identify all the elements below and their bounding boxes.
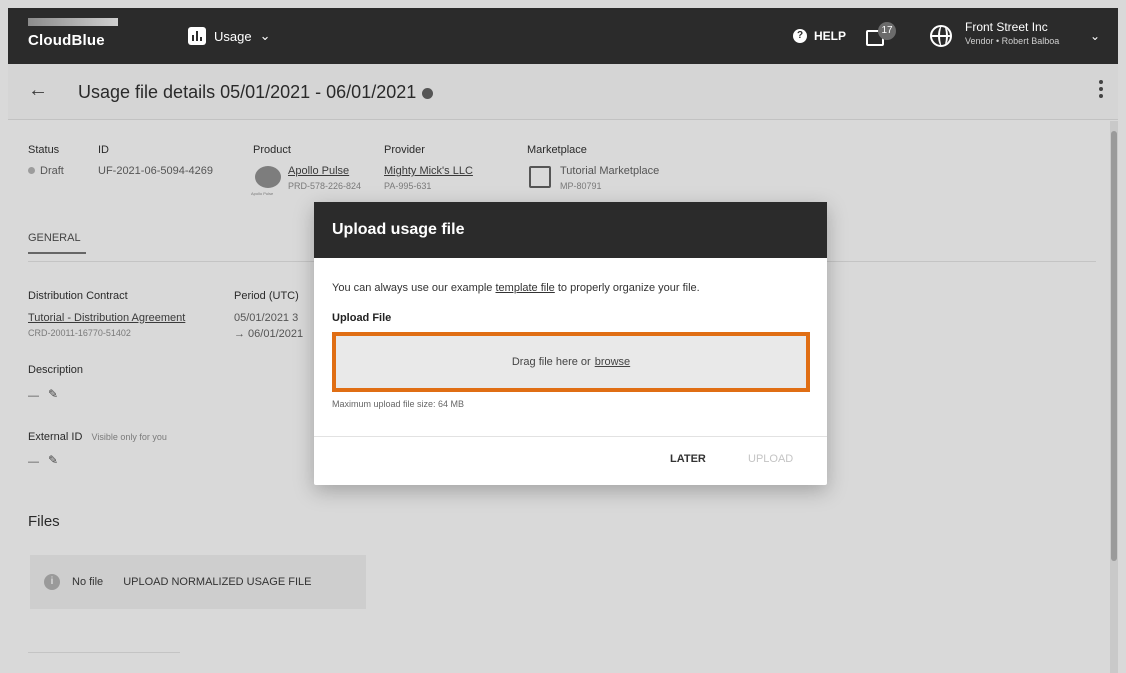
- contract-link[interactable]: Tutorial - Distribution Agreement: [28, 312, 185, 324]
- browse-link[interactable]: browse: [595, 356, 630, 368]
- upload-button[interactable]: UPLOAD: [748, 453, 793, 465]
- info-icon: i: [44, 574, 60, 590]
- external-id-label: External ID Visible only for you: [28, 431, 167, 443]
- dialog-footer: LATER UPLOAD: [314, 436, 827, 485]
- instructions-text-before: You can always use our example: [332, 282, 496, 294]
- provider-link[interactable]: Mighty Mick's LLC: [384, 165, 473, 177]
- provider-label: Provider: [384, 144, 425, 156]
- bottom-divider: [28, 652, 180, 653]
- page-title-text: Usage file details 05/01/2021 - 06/01/20…: [78, 82, 417, 102]
- drop-text: Drag file here or: [511, 356, 591, 368]
- edit-description-pencil-icon[interactable]: ✎: [48, 387, 58, 401]
- files-card: i No file UPLOAD NORMALIZED USAGE FILE: [30, 555, 366, 609]
- no-file-text: No file: [72, 576, 104, 588]
- upload-file-label: Upload File: [332, 312, 392, 324]
- id-value: UF-2021-06-5094-4269: [98, 165, 213, 177]
- external-id-value: —: [28, 456, 39, 468]
- chevron-down-icon: ⌄: [259, 28, 271, 43]
- account-role: Vendor • Robert Balboa: [965, 36, 1060, 46]
- external-id-label-text: External ID: [28, 431, 83, 443]
- notification-badge: 17: [878, 22, 896, 40]
- product-id: PRD-578-226-824: [288, 181, 362, 191]
- dialog-title: Upload usage file: [314, 202, 827, 258]
- edit-external-id-pencil-icon[interactable]: ✎: [48, 453, 58, 467]
- id-label: ID: [98, 144, 109, 156]
- description-value: —: [28, 390, 39, 402]
- notifications-button[interactable]: 17: [866, 22, 896, 50]
- upload-usage-file-dialog: Upload usage file You can always use our…: [314, 202, 827, 485]
- product-label: Product: [253, 144, 291, 156]
- status-text: Draft: [40, 165, 64, 177]
- usage-chart-icon: [188, 27, 206, 45]
- contract-label: Distribution Contract: [28, 290, 128, 302]
- status-dot: [28, 167, 35, 174]
- product-link[interactable]: Apollo Pulse: [288, 165, 349, 177]
- module-switcher[interactable]: Usage ⌄: [188, 8, 270, 64]
- account-menu[interactable]: Front Street Inc Vendor • Robert Balboa: [965, 20, 1059, 46]
- more-options-icon[interactable]: [1098, 80, 1104, 101]
- period-start: 05/01/2021 3: [234, 312, 299, 324]
- page-title: Usage file details 05/01/2021 - 06/01/20…: [78, 82, 434, 103]
- description-label: Description: [28, 364, 84, 376]
- contract-id: CRD-20011-16770-51402: [28, 328, 131, 338]
- scrollbar[interactable]: [1110, 121, 1118, 673]
- module-label: Usage: [214, 28, 252, 44]
- scrollbar-thumb[interactable]: [1111, 131, 1117, 561]
- provider-id: PA-995-631: [384, 181, 432, 191]
- files-heading: Files: [28, 513, 60, 530]
- instructions-text-after: to properly organize your file.: [554, 282, 700, 294]
- product-logo-icon: [255, 166, 281, 188]
- help-icon: ?: [793, 29, 807, 43]
- marketplace-label: Marketplace: [527, 144, 587, 156]
- template-file-link[interactable]: template file: [495, 282, 554, 294]
- help-button[interactable]: ? HELP: [793, 8, 846, 64]
- tab-general[interactable]: GENERAL: [28, 232, 86, 254]
- account-chevron-down-icon[interactable]: ⌄: [1090, 8, 1100, 64]
- file-dropzone[interactable]: Drag file here or browse: [332, 332, 810, 392]
- status-value: Draft: [28, 165, 64, 177]
- account-name: Front Street Inc: [965, 20, 1048, 34]
- logo-text: CloudBlue: [28, 32, 105, 49]
- dialog-instructions: You can always use our example template …: [332, 282, 809, 294]
- cloudblue-logo[interactable]: CloudBlue: [28, 18, 118, 49]
- help-label: HELP: [814, 29, 847, 43]
- product-logo-text: Apollo Pulse: [251, 191, 274, 196]
- external-id-note: Visible only for you: [91, 432, 167, 442]
- globe-icon[interactable]: [930, 25, 952, 47]
- back-arrow-icon[interactable]: ←: [28, 79, 48, 102]
- top-app-bar: CloudBlue Usage ⌄ ? HELP 17 Front Street…: [8, 8, 1118, 64]
- period-end: → 06/01/2021: [234, 328, 304, 340]
- info-icon[interactable]: [422, 87, 434, 99]
- later-button[interactable]: LATER: [670, 453, 706, 465]
- logo-strip: [28, 18, 118, 26]
- dialog-body: You can always use our example template …: [314, 258, 827, 409]
- marketplace-id: MP-80791: [560, 181, 602, 191]
- marketplace-store-icon: [529, 166, 551, 188]
- max-file-size-text: Maximum upload file size: 64 MB: [332, 399, 465, 409]
- upload-normalized-usage-file-button[interactable]: UPLOAD NORMALIZED USAGE FILE: [123, 576, 311, 588]
- marketplace-name: Tutorial Marketplace: [560, 165, 660, 177]
- page-header: ← Usage file details 05/01/2021 - 06/01/…: [8, 64, 1118, 120]
- status-label: Status: [28, 144, 60, 156]
- period-label: Period (UTC): [234, 290, 299, 302]
